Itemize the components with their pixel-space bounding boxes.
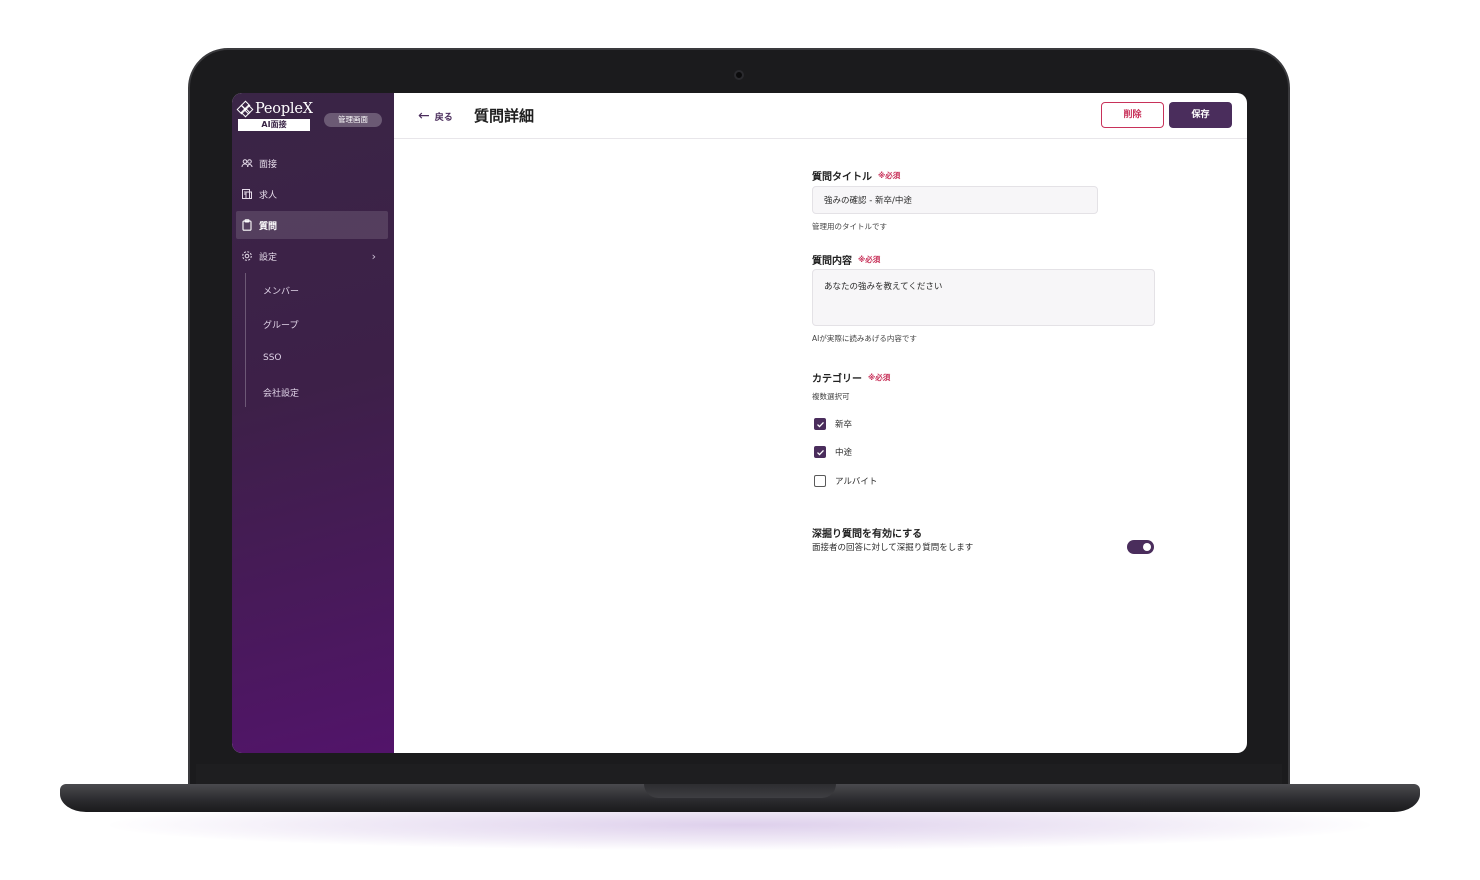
- back-link[interactable]: ← 戻る: [418, 108, 453, 124]
- content-textarea[interactable]: あなたの強みを教えてください: [812, 269, 1155, 326]
- webcam: [734, 70, 744, 80]
- people-icon: [241, 157, 253, 169]
- admin-badge: 管理画面: [324, 113, 382, 127]
- sidebar-item-label: 面接: [259, 159, 278, 170]
- laptop-notch: [644, 784, 836, 798]
- settings-subnav: メンバー グループ SSO 会社設定: [245, 273, 299, 407]
- category-help-text: 複数選択可: [812, 392, 850, 401]
- logo-subtitle: AI面接: [238, 119, 310, 131]
- checkbox-label: アルバイト: [835, 477, 878, 487]
- logo-text: PeopleX: [255, 101, 313, 117]
- clipboard-icon: [241, 219, 253, 231]
- content-help-text: AIが実際に読みあげる内容です: [812, 334, 917, 343]
- title-label-text: 質問タイトル: [812, 172, 872, 183]
- arrow-left-icon: ←: [418, 108, 430, 124]
- sidebar-item-questions[interactable]: 質問: [236, 211, 388, 239]
- checkbox-label: 新卒: [835, 420, 853, 430]
- sidebar-item-sso[interactable]: SSO: [246, 341, 299, 375]
- document-icon: [241, 188, 253, 200]
- required-marker: ※必須: [858, 255, 881, 264]
- title-input[interactable]: 強みの確認 - 新卒/中途: [812, 186, 1098, 214]
- checkbox-unchecked[interactable]: [814, 475, 826, 487]
- check-icon: [816, 449, 824, 456]
- laptop-mockup: PeopleX AI面接 管理画面 面接 求人 質問 設定 › メンバー グルー…: [0, 0, 1480, 880]
- content-field-label: 質問内容 ※必須: [812, 252, 1012, 267]
- sidebar-item-company-settings[interactable]: 会社設定: [246, 375, 299, 409]
- title-field-label: 質問タイトル ※必須: [812, 168, 1012, 183]
- delete-button[interactable]: 削除: [1101, 102, 1164, 128]
- laptop-bezel: [196, 764, 1282, 784]
- checkbox-label: 中途: [835, 448, 853, 458]
- followup-description: 面接者の回答に対して深掘り質問をします: [812, 543, 974, 553]
- app-screen: PeopleX AI面接 管理画面 面接 求人 質問 設定 › メンバー グルー…: [232, 93, 1247, 753]
- title-help-text: 管理用のタイトルです: [812, 222, 887, 231]
- checkbox-checked[interactable]: [814, 446, 826, 458]
- sidebar-item-settings[interactable]: 設定 ›: [236, 242, 388, 270]
- save-button[interactable]: 保存: [1169, 102, 1232, 128]
- category-field-label: カテゴリー ※必須: [812, 370, 1012, 385]
- page-header: ← 戻る 質問詳細 削除 保存: [394, 93, 1247, 139]
- sidebar-item-interview[interactable]: 面接: [236, 149, 388, 177]
- checkbox-option-part-time[interactable]: アルバイト: [814, 474, 877, 488]
- sidebar-item-groups[interactable]: グループ: [246, 307, 299, 341]
- sidebar: PeopleX AI面接 管理画面 面接 求人 質問 設定 › メンバー グルー…: [232, 93, 394, 753]
- sidebar-nav: 面接 求人 質問 設定 ›: [232, 149, 394, 273]
- sidebar-item-label: 質問: [259, 221, 278, 232]
- checkbox-option-new-grad[interactable]: 新卒: [814, 417, 852, 431]
- checkbox-checked[interactable]: [814, 418, 826, 430]
- category-label-text: カテゴリー: [812, 374, 862, 385]
- content-label-text: 質問内容: [812, 256, 852, 267]
- check-icon: [816, 421, 824, 428]
- required-marker: ※必須: [878, 171, 901, 180]
- sidebar-item-label: 求人: [259, 190, 278, 201]
- followup-toggle[interactable]: [1127, 540, 1154, 554]
- required-marker: ※必須: [868, 373, 891, 382]
- page-title: 質問詳細: [474, 107, 535, 125]
- gear-icon: [241, 250, 253, 262]
- back-label: 戻る: [434, 112, 453, 123]
- checkbox-option-mid-career[interactable]: 中途: [814, 445, 852, 459]
- sidebar-item-label: 設定: [259, 252, 278, 263]
- sidebar-item-jobs[interactable]: 求人: [236, 180, 388, 208]
- sidebar-item-members[interactable]: メンバー: [246, 273, 299, 307]
- logo-mark-icon: [236, 100, 254, 118]
- chevron-right-icon[interactable]: ›: [372, 250, 376, 263]
- followup-label: 深掘り質問を有効にする: [812, 529, 923, 540]
- main-content: ← 戻る 質問詳細 削除 保存 質問タイトル ※必須 強みの確認 - 新卒/中途…: [394, 93, 1247, 753]
- logo[interactable]: PeopleX AI面接: [236, 100, 313, 131]
